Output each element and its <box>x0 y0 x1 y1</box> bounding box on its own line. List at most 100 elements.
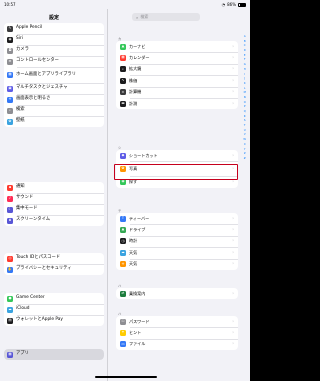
status-time: 10:57 <box>4 2 16 7</box>
sidebar-item-control-center[interactable]: ≡ コントロールセンター <box>4 56 104 67</box>
sidebar-item-wallet[interactable]: ▤ ウォレットとApple Pay <box>4 315 104 326</box>
chevron-right-icon: › <box>232 153 234 159</box>
app-row-transit[interactable]: ⇄ 乗換案内 › <box>116 288 238 299</box>
sound-icon: ♪ <box>7 195 13 202</box>
multitask-icon: ▣ <box>7 85 13 92</box>
app-row-passwords[interactable]: ⚿ パスワード › <box>116 316 238 327</box>
sidebar-item-home-screen[interactable]: ▦ ホーム画面とアプリライブラリ <box>4 67 104 83</box>
app-row-shortcuts[interactable]: ◆ ショートカット › <box>116 150 238 161</box>
settings-screen: 10:57 ◔ 86% 設定 ✎ Apple Pencil ◉ Siri ◘ カメラ … <box>0 0 250 381</box>
app-row-magnifier[interactable]: ⌕ 拡大鏡 › <box>116 63 238 75</box>
index-letter[interactable]: S <box>244 119 246 122</box>
index-letter[interactable]: I <box>244 73 245 76</box>
app-row-measure[interactable]: ▬ 計測 › <box>116 97 238 109</box>
app-row-weather-2[interactable]: ☀ 天気 › <box>116 258 238 270</box>
alphabet-index[interactable]: A B C D E F G H I J K L M N O P Q R S T U V W X Y Z # <box>243 35 246 160</box>
sidebar-item-siri[interactable]: ◉ Siri <box>4 34 104 45</box>
privacy-icon: ✋ <box>7 266 13 273</box>
index-letter[interactable]: E <box>244 54 246 57</box>
index-letter[interactable]: R <box>244 115 246 118</box>
focus-icon: ☾ <box>7 206 13 213</box>
app-row-calculator[interactable]: ± 計算機 › <box>116 86 238 98</box>
weather-icon: ☀ <box>120 261 126 268</box>
index-letter[interactable]: P <box>244 105 246 108</box>
wallpaper-icon: ✿ <box>7 118 13 125</box>
app-row-files[interactable]: ▭ ファイル › <box>116 338 238 350</box>
control-center-icon: ≡ <box>7 58 13 65</box>
app-row-calendar[interactable]: ▦ カレンダー › <box>116 52 238 63</box>
app-group-te: T ティーバー › ▲ ドライブ › ◷ 時計 › ☁ 天気 › ☀ 天気 › <box>116 213 238 270</box>
app-row-weather-1[interactable]: ☁ 天気 › <box>116 247 238 258</box>
files-icon: ▭ <box>120 341 126 348</box>
index-letter[interactable]: A <box>244 35 246 38</box>
pencil-icon: ✎ <box>7 25 13 32</box>
sidebar-item-privacy[interactable]: ✋ プライバシーとセキュリティ <box>4 264 104 275</box>
status-bar: 10:57 ◔ 86% <box>0 0 250 9</box>
index-letter[interactable]: Q <box>244 110 246 113</box>
app-row-clock[interactable]: ◷ 時計 › <box>116 235 238 247</box>
sidebar-item-screen-time[interactable]: ⧗ スクリーンタイム <box>4 215 104 226</box>
index-letter[interactable]: O <box>244 101 246 104</box>
calendar-icon: ▦ <box>120 55 126 62</box>
magnifier-icon: ⌕ <box>136 14 139 20</box>
app-row-tips[interactable]: ✦ ヒント › <box>116 327 238 338</box>
index-letter[interactable]: M <box>244 91 246 94</box>
index-letter[interactable]: W <box>243 138 246 141</box>
sidebar-item-display[interactable]: ☀ 画面表示と明るさ <box>4 94 104 105</box>
chevron-right-icon: › <box>232 330 234 336</box>
battery-percent: 86% <box>227 2 236 7</box>
camera-icon: ◘ <box>7 47 13 54</box>
index-letter[interactable]: B <box>244 40 246 43</box>
app-row-tver[interactable]: T ティーバー › <box>116 213 238 224</box>
measure-icon: ▬ <box>120 100 126 107</box>
chevron-right-icon: › <box>232 55 234 61</box>
passwords-icon: ⚿ <box>120 318 126 325</box>
game-center-icon: ● <box>7 295 13 302</box>
sidebar-item-notifications[interactable]: ▪ 通知 <box>4 182 104 193</box>
index-letter[interactable]: L <box>244 87 245 90</box>
index-letter[interactable]: J <box>244 77 245 80</box>
index-letter[interactable]: F <box>244 58 246 61</box>
chevron-right-icon: › <box>232 179 234 185</box>
battery-icon <box>238 2 246 7</box>
index-letter[interactable]: X <box>244 143 246 146</box>
sidebar-item-apps[interactable]: ▦ アプリ <box>4 349 104 360</box>
index-letter[interactable]: N <box>244 96 246 99</box>
sidebar-item-camera[interactable]: ◘ カメラ <box>4 45 104 56</box>
index-letter[interactable]: Z <box>244 152 246 155</box>
search-icon: ⌕ <box>7 107 13 114</box>
calculator-icon: ± <box>120 89 126 96</box>
search-field[interactable]: ⌕ 検索 <box>132 13 200 21</box>
sidebar-item-focus[interactable]: ☾ 集中モード <box>4 204 104 215</box>
sidebar-item-touch-id[interactable]: ◎ Touch IDとパスコード <box>4 253 104 264</box>
index-letter[interactable]: H <box>244 68 246 71</box>
sidebar-item-icloud[interactable]: ☁ iCloud <box>4 304 104 315</box>
sidebar-item-multitasking[interactable]: ▣ マルチタスクとジェスチャ <box>4 83 104 94</box>
index-letter[interactable]: # <box>244 157 246 160</box>
chevron-right-icon: › <box>232 89 234 95</box>
shortcuts-icon: ◆ <box>120 152 126 159</box>
wifi-icon: ◔ <box>221 2 226 7</box>
chevron-right-icon: › <box>232 44 234 50</box>
sidebar-item-sound[interactable]: ♪ サウンド <box>4 193 104 204</box>
index-letter[interactable]: T <box>244 124 246 127</box>
sidebar-item-search[interactable]: ⌕ 検索 <box>4 105 104 116</box>
app-row-stocks[interactable]: ∿ 株価 › <box>116 75 238 86</box>
sidebar-item-wallpaper[interactable]: ✿ 壁紙 <box>4 116 104 127</box>
app-row-drive[interactable]: ▲ ドライブ › <box>116 224 238 235</box>
sidebar-group-5: ▦ アプリ <box>4 349 104 360</box>
index-letter[interactable]: U <box>244 129 246 132</box>
app-row-carnavi[interactable]: ▲ カーナビ › <box>116 41 238 52</box>
sidebar-item-apple-pencil[interactable]: ✎ Apple Pencil <box>4 23 104 34</box>
index-letter[interactable]: V <box>244 133 246 136</box>
index-letter[interactable]: D <box>244 49 246 52</box>
brightness-icon: ☀ <box>7 96 13 103</box>
index-letter[interactable]: C <box>244 44 246 47</box>
index-letter[interactable]: K <box>244 82 246 85</box>
home-indicator[interactable] <box>95 376 157 378</box>
sidebar-item-game-center[interactable]: ● Game Center <box>4 293 104 304</box>
notifications-icon: ▪ <box>7 184 13 191</box>
index-letter[interactable]: G <box>244 63 246 66</box>
index-letter[interactable]: Y <box>244 148 246 151</box>
chevron-right-icon: › <box>232 238 234 244</box>
